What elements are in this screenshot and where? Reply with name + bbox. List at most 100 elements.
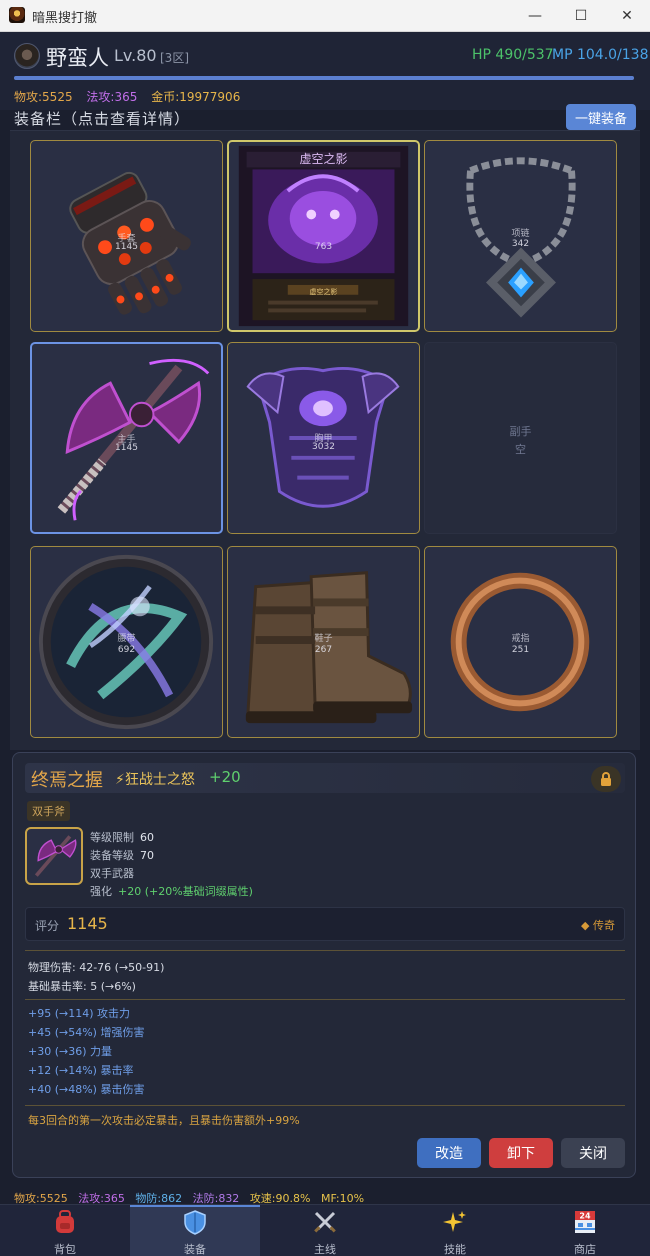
character-level: Lv.80 <box>114 46 157 65</box>
character-name: 野蛮人 <box>46 46 109 70</box>
equip-slot-ring[interactable]: 戒指 251 <box>424 546 617 738</box>
equip-slot-offhand[interactable]: 副手 空 <box>424 342 617 534</box>
divider <box>25 1105 625 1106</box>
mp-readout: MP 104.0/138 <box>552 47 649 63</box>
item-info: 等级限制 60 装备等级 70 双手武器 强化 +20 (+20%基础词缀属性) <box>90 831 253 898</box>
unequip-button[interactable]: 卸下 <box>489 1138 553 1168</box>
purple-double-axe-icon <box>34 835 77 877</box>
slot-label: 腰带 <box>117 634 136 644</box>
item-type-badge: 双手斧 <box>27 801 70 821</box>
phys-atk-stat: 物攻:5525 <box>14 90 73 104</box>
avatar[interactable] <box>14 43 40 69</box>
equip-slot-belt[interactable]: 腰带 692 <box>30 546 223 738</box>
score-value: 1145 <box>67 914 108 933</box>
slot-label: 项链 <box>511 229 530 239</box>
level-requirement: 60 <box>140 831 154 844</box>
nav-label: 背包 <box>54 1243 76 1256</box>
window-title: 暗黑搜打撤 <box>32 10 98 25</box>
xp-bar <box>14 76 634 80</box>
equip-slot-weapon[interactable]: 主手 1145 <box>30 342 223 534</box>
close-window-button[interactable]: ✕ <box>604 0 650 32</box>
void-shadow-card-icon <box>238 145 409 327</box>
window-titlebar: 暗黑搜打撤 — ☐ ✕ <box>0 0 650 32</box>
bottom-nav: 背包 装备 主线 技能 24 商店 <box>0 1204 650 1256</box>
slot-score: 3032 <box>312 442 335 452</box>
lock-button[interactable] <box>591 766 621 792</box>
shield-icon <box>182 1209 208 1235</box>
special-effect: 每3回合的第一次攻击必定暴击，且暴击伤害额外+99% <box>28 1114 300 1127</box>
affix: +45 (→54%) 增强伤害 <box>28 1026 145 1039</box>
hp-readout: HP 490/537 <box>472 47 554 63</box>
slot-score: 267 <box>314 645 333 655</box>
empty-slot-text: 空 <box>515 443 526 456</box>
one-key-equip-button[interactable]: 一键装备 <box>566 104 636 130</box>
slot-score: 1145 <box>115 242 138 252</box>
equip-slot-amulet[interactable]: 项链 342 <box>424 140 617 332</box>
equip-slot-gloves[interactable]: 手套 1145 <box>30 140 223 332</box>
affix: +30 (→36) 力量 <box>28 1045 113 1058</box>
nav-label: 装备 <box>184 1243 206 1256</box>
rarity-label: ◆ 传奇 <box>581 919 615 932</box>
slot-label: 戒指 <box>511 634 530 644</box>
equip-slot-boots[interactable]: 鞋子 267 <box>227 546 420 738</box>
header-stats: 物攻:5525 法攻:365 金币:19977906 <box>14 88 250 105</box>
affix-list: +95 (→114) 攻击力 +45 (→54%) 增强伤害 +30 (→36)… <box>28 1004 144 1099</box>
nav-main-quest[interactable]: 主线 <box>260 1205 390 1256</box>
mag-atk-stat: 法攻:365 <box>86 90 138 104</box>
set-name: ⚡狂战士之怒 <box>115 772 195 788</box>
nav-shop[interactable]: 24 商店 <box>520 1205 650 1256</box>
base-stat: 物理伤害: 42-76 (→50-91) <box>28 961 165 974</box>
nav-label: 技能 <box>444 1243 466 1256</box>
divider <box>25 950 625 951</box>
score-bar: 评分 1145 ◆ 传奇 <box>25 907 625 941</box>
minimize-button[interactable]: — <box>512 0 558 32</box>
character-header: 野蛮人 Lv.80 [3区] HP 490/537 MP 104.0/138 物… <box>0 32 650 110</box>
backpack-icon <box>52 1209 78 1235</box>
slot-score: 251 <box>511 645 530 655</box>
app-icon <box>9 7 25 23</box>
reforge-button[interactable]: 改造 <box>417 1138 481 1168</box>
item-name-bar: 终焉之握 ⚡狂战士之怒 +20 <box>25 763 625 793</box>
item-detail-panel: 终焉之握 ⚡狂战士之怒 +20 双手斧 等级限制 60 装备等级 70 双手武器 强… <box>12 752 636 1178</box>
slot-score: 1145 <box>115 443 138 453</box>
affix: +40 (→48%) 暴击伤害 <box>28 1083 145 1096</box>
enhance-info: +20 (+20%基础词缀属性) <box>118 885 253 898</box>
base-stat: 基础暴击率: 5 (→6%) <box>28 980 136 993</box>
slot-score: 692 <box>117 645 136 655</box>
sparkles-icon <box>442 1209 468 1235</box>
card-title: 虚空之影 <box>299 152 348 166</box>
nav-equipment[interactable]: 装备 <box>130 1205 260 1256</box>
affix: +12 (→14%) 暴击率 <box>28 1064 134 1077</box>
nav-label: 商店 <box>574 1243 596 1256</box>
lock-icon <box>601 772 611 786</box>
gold-stat: 金币:19977906 <box>151 90 241 104</box>
nav-backpack[interactable]: 背包 <box>0 1205 130 1256</box>
equip-slot-armor[interactable]: 胸甲 3032 <box>227 342 420 534</box>
nav-skills[interactable]: 技能 <box>390 1205 520 1256</box>
lightning-icon: ⚡ <box>115 772 125 788</box>
enhance-level: +20 <box>209 768 241 786</box>
weapon-type: 双手武器 <box>90 867 134 880</box>
score-label: 评分 <box>35 919 60 933</box>
divider <box>25 999 625 1000</box>
slot-score: 342 <box>511 239 530 249</box>
slot-score: 763 <box>314 242 333 252</box>
affix: +95 (→114) 攻击力 <box>28 1007 131 1020</box>
server-label: [3区] <box>160 51 189 65</box>
equipment-grid: 手套 1145 虚空之影 虚空之影 763 项链 342 主手 1145 胸甲 … <box>10 130 640 750</box>
card-caption: 虚空之影 <box>309 288 338 296</box>
base-stats: 物理伤害: 42-76 (→50-91) 基础暴击率: 5 (→6%) <box>28 958 164 996</box>
xp-bar-fill <box>14 76 634 80</box>
slot-label: 副手 <box>509 425 532 438</box>
slot-label: 鞋子 <box>314 634 333 644</box>
equipment-title: 装备栏（点击查看详情） <box>14 110 191 128</box>
equip-slot-helmet[interactable]: 虚空之影 虚空之影 763 <box>227 140 420 332</box>
item-level: 70 <box>140 849 154 862</box>
nav-label: 主线 <box>314 1243 336 1256</box>
item-thumbnail <box>25 827 83 885</box>
shop-24-icon: 24 <box>572 1209 598 1235</box>
crossed-swords-icon <box>312 1209 338 1235</box>
item-name: 终焉之握 <box>31 770 103 791</box>
close-detail-button[interactable]: 关闭 <box>561 1138 625 1168</box>
maximize-button[interactable]: ☐ <box>558 0 604 32</box>
